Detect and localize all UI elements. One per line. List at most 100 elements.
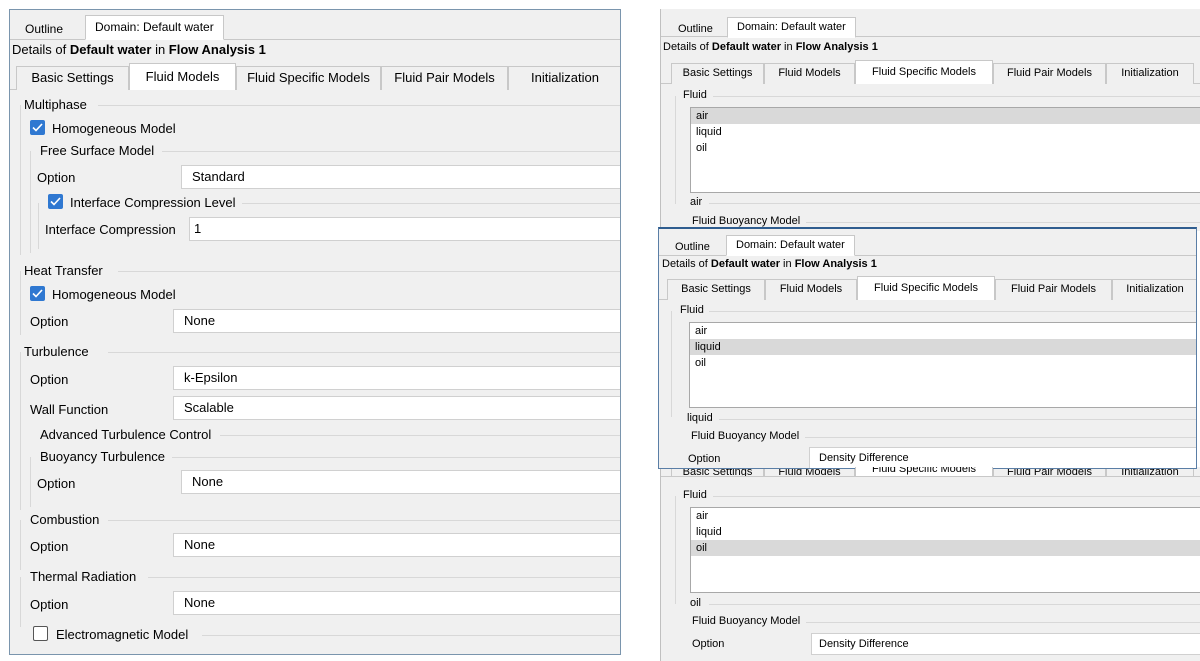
heat-transfer-homogeneous-label: Homogeneous Model [52,287,176,302]
multiphase-homogeneous-checkbox[interactable] [30,120,45,135]
electromagnetic-divider [202,635,620,636]
interface-compression-level-checkbox[interactable] [48,194,63,209]
fluid-left-border [675,96,676,204]
fluid-buoyancy-divider [806,222,1200,223]
subtab-fluid-pair-models[interactable]: Fluid Pair Models [995,279,1112,300]
fluid-list-item-liquid[interactable]: liquid [690,339,1196,355]
left-domain-panel: Outline Domain: Default water Details of… [9,9,621,655]
fluid-list-item-air[interactable]: air [690,323,1196,339]
subtab-fluid-pair-models[interactable]: Fluid Pair Models [993,63,1106,84]
interface-level-divider [242,203,620,204]
combustion-option-label: Option [30,539,69,554]
tab-outline[interactable]: Outline [669,19,722,41]
subtab-fluid-models[interactable]: Fluid Models [765,279,857,300]
thermal-radiation-divider [148,577,620,578]
selected-fluid-title: oil [690,597,702,609]
subtab-basic-settings[interactable]: Basic Settings [16,66,129,90]
fluid-list-item-liquid[interactable]: liquid [691,124,1200,140]
multiphase-homogeneous-label: Homogeneous Model [52,121,176,136]
fluid-buoyancy-option-select[interactable]: Density Difference [811,633,1200,655]
details-header: Details of Default water in Flow Analysi… [663,41,878,53]
fluid-left-border [675,496,676,604]
heat-transfer-homogeneous-checkbox[interactable] [30,286,45,301]
top-tab-bar: Outline Domain: Default water [10,10,620,40]
fluid-list[interactable]: air liquid oil [690,107,1200,193]
tab-outline[interactable]: Outline [666,237,719,259]
interface-compression-level-label: Interface Compression Level [70,195,236,210]
fluid-divider [709,311,1196,312]
heat-transfer-option-select[interactable]: None [173,309,620,333]
subtab-initialization[interactable]: Initialization [1106,63,1194,84]
free-surface-option-select[interactable]: Standard [181,165,620,189]
fluid-divider [713,496,1200,497]
turbulence-group-title: Turbulence [24,344,89,359]
fluid-divider [713,96,1200,97]
selected-fluid-divider [719,419,1196,420]
fluid-buoyancy-divider [806,622,1200,623]
subtab-basic-settings[interactable]: Basic Settings [667,279,765,300]
interface-compression-input[interactable]: 1 [189,217,620,241]
checkmark-icon [32,289,43,298]
wall-function-select[interactable]: Scalable [173,396,620,420]
tab-outline[interactable]: Outline [16,19,72,41]
subtab-initialization[interactable]: Initialization [1112,279,1196,300]
combustion-option-select[interactable]: None [173,533,620,557]
combustion-left-border [20,520,21,570]
fluid-group-title: Fluid [683,489,707,501]
tab-domain[interactable]: Domain: Default water [85,15,224,40]
buoyancy-turbulence-title: Buoyancy Turbulence [40,449,166,464]
subtab-fluid-specific-models[interactable]: Fluid Specific Models [855,467,993,476]
turbulence-divider [108,352,620,353]
multiphase-group-title: Multiphase [24,97,87,112]
heat-transfer-divider [118,271,620,272]
tab-domain[interactable]: Domain: Default water [727,17,856,38]
turbulence-option-select[interactable]: k-Epsilon [173,366,620,390]
subtab-fluid-specific-models[interactable]: Fluid Specific Models [236,66,381,90]
selected-fluid-title: air [690,196,703,208]
fluid-buoyancy-option-select[interactable]: Density Difference [809,447,1196,468]
advanced-turbulence-control-title[interactable]: Advanced Turbulence Control [40,427,211,442]
buoyancy-turbulence-left-border [30,457,31,507]
electromagnetic-model-checkbox[interactable] [33,626,48,641]
sub-tab-bar: Basic Settings Fluid Models Fluid Specif… [10,63,620,90]
combustion-group-title: Combustion [30,512,100,527]
thermal-radiation-option-select[interactable]: None [173,591,620,615]
subtab-fluid-models[interactable]: Fluid Models [129,63,236,90]
subtab-fluid-specific-models[interactable]: Fluid Specific Models [855,60,993,84]
interface-compression-label: Interface Compression [45,222,176,237]
fluid-list-item-liquid[interactable]: liquid [691,524,1200,540]
right-panel-oil: Basic Settings Fluid Models Fluid Specif… [660,467,1200,661]
thermal-radiation-left-border [20,577,21,627]
heat-transfer-option-label: Option [30,314,69,329]
free-surface-left-border [30,151,31,253]
thermal-radiation-group-title: Thermal Radiation [30,569,137,584]
subtab-fluid-specific-models[interactable]: Fluid Specific Models [857,276,995,300]
fluid-buoyancy-divider [805,437,1196,438]
subtab-fluid-models[interactable]: Fluid Models [764,63,855,84]
fluid-list-item-oil[interactable]: oil [690,355,1196,371]
checkmark-icon [50,197,61,206]
fluid-list-item-air[interactable]: air [691,508,1200,524]
advanced-turbulence-divider [220,435,620,436]
thermal-radiation-option-label: Option [30,597,69,612]
turbulence-option-label: Option [30,372,69,387]
fluid-list-item-oil[interactable]: oil [691,140,1200,156]
fluid-list[interactable]: air liquid oil [690,507,1200,593]
tab-domain[interactable]: Domain: Default water [726,235,855,256]
right-panel-air: Outline Domain: Default water Details of… [660,9,1200,231]
selected-fluid-divider [709,203,1200,204]
multiphase-left-border [20,105,21,255]
fluid-list[interactable]: air liquid oil [689,322,1196,408]
subtab-initialization[interactable]: Initialization [508,66,620,90]
fluid-list-item-air[interactable]: air [691,108,1200,124]
interface-level-left-border [38,203,39,249]
details-header: Details of Default water in Flow Analysi… [662,258,877,270]
free-surface-divider [162,151,620,152]
sub-tab-bar: Basic Settings Fluid Models Fluid Specif… [661,60,1200,84]
fluid-list-item-oil[interactable]: oil [691,540,1200,556]
subtab-basic-settings[interactable]: Basic Settings [671,63,764,84]
subtab-fluid-pair-models[interactable]: Fluid Pair Models [381,66,508,90]
top-tab-bar: Outline Domain: Default water [661,9,1200,38]
buoyancy-turbulence-option-select[interactable]: None [181,470,620,494]
selected-fluid-divider [709,604,1200,605]
